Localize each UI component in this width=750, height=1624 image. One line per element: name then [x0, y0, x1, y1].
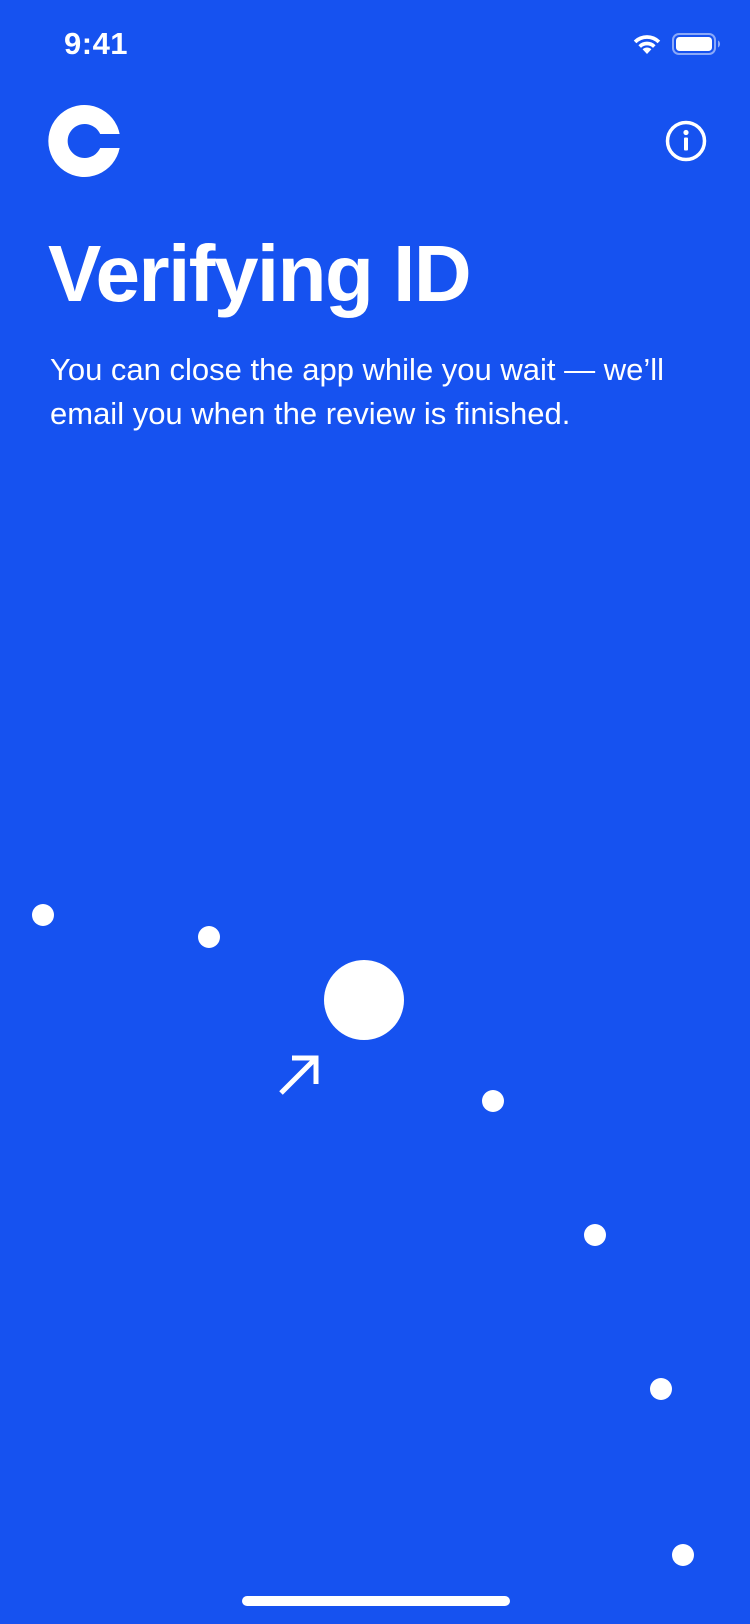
particle-dot	[32, 904, 54, 926]
info-button[interactable]	[665, 120, 707, 162]
page-title: Verifying ID	[48, 229, 472, 318]
battery-icon	[672, 32, 722, 56]
home-indicator[interactable]	[242, 1596, 510, 1606]
status-bar: 9:41	[0, 0, 750, 90]
coinbase-logo-icon	[48, 105, 120, 177]
particle-dot	[198, 926, 220, 948]
arrow-up-right-icon	[279, 1055, 319, 1095]
wifi-icon	[632, 33, 662, 55]
particle-dot	[584, 1224, 606, 1246]
particle-dot	[650, 1378, 672, 1400]
status-time: 9:41	[64, 26, 129, 61]
illustration	[0, 860, 750, 1580]
particle-dot	[672, 1544, 694, 1566]
status-icons	[632, 32, 722, 56]
center-circle	[324, 960, 404, 1040]
info-icon	[665, 120, 707, 166]
particle-dot	[482, 1090, 504, 1112]
verifying-id-screen: 9:41 Verifying ID You can close the app …	[0, 0, 750, 1624]
page-subtitle: You can close the app while you wait — w…	[50, 352, 665, 431]
